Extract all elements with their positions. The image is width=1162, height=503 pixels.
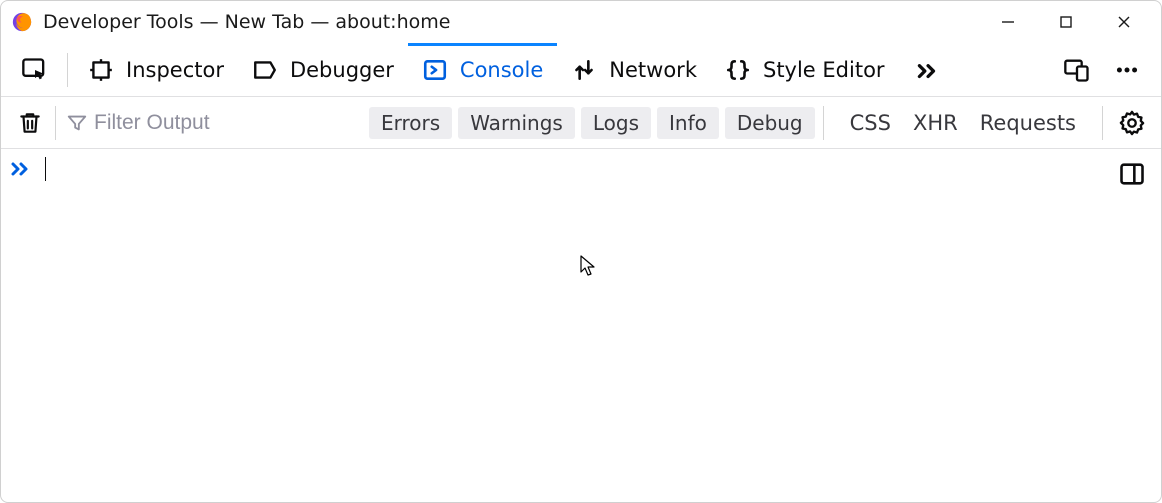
chip-debug[interactable]: Debug [725, 107, 815, 139]
debugger-icon [252, 57, 278, 83]
split-console-toggle-button[interactable] [1113, 155, 1151, 193]
clear-console-button[interactable] [9, 102, 51, 144]
tab-label: Inspector [126, 58, 224, 82]
tab-inspector[interactable]: Inspector [74, 44, 238, 96]
firefox-app-icon [11, 11, 33, 33]
chip-warnings[interactable]: Warnings [458, 107, 575, 139]
filter-divider [823, 106, 824, 140]
tab-label: Network [609, 58, 697, 82]
tab-label: Style Editor [763, 58, 885, 82]
filter-css-button[interactable]: CSS [850, 111, 891, 135]
devtools-toolbar: Inspector Debugger Console [1, 43, 1161, 97]
filter-xhr-button[interactable]: XHR [913, 111, 958, 135]
log-level-chips: Errors Warnings Logs Info Debug [369, 107, 815, 139]
tab-label: Debugger [290, 58, 394, 82]
filter-divider [1102, 106, 1103, 140]
window-minimize-button[interactable] [979, 2, 1037, 42]
console-filterbar: Errors Warnings Logs Info Debug CSS XHR … [1, 97, 1161, 149]
style-editor-icon [725, 57, 751, 83]
console-output-area[interactable] [1, 149, 1161, 502]
prompt-icon [9, 157, 33, 181]
console-settings-button[interactable] [1111, 102, 1153, 144]
filter-requests-button[interactable]: Requests [980, 111, 1076, 135]
toolbar-divider [67, 53, 68, 87]
tab-label: Console [460, 58, 543, 82]
tab-style-editor[interactable]: Style Editor [711, 44, 899, 96]
window-title: Developer Tools — New Tab — about:home [43, 11, 450, 33]
tab-console[interactable]: Console [408, 44, 557, 96]
console-input-row[interactable] [1, 149, 54, 189]
text-cursor [45, 157, 46, 181]
filter-divider [55, 106, 56, 140]
window-maximize-button[interactable] [1037, 2, 1095, 42]
responsive-design-button[interactable] [1055, 48, 1099, 92]
tab-debugger[interactable]: Debugger [238, 44, 408, 96]
filter-icon [66, 112, 88, 134]
filter-output-input[interactable] [94, 111, 361, 135]
network-icon [571, 57, 597, 83]
tabs-overflow-button[interactable] [905, 48, 949, 92]
chip-errors[interactable]: Errors [369, 107, 452, 139]
chip-info[interactable]: Info [657, 107, 719, 139]
chip-logs[interactable]: Logs [581, 107, 651, 139]
titlebar: Developer Tools — New Tab — about:home [1, 1, 1161, 43]
window-close-button[interactable] [1095, 2, 1153, 42]
kebab-menu-button[interactable] [1105, 48, 1149, 92]
pick-element-button[interactable] [13, 48, 57, 92]
inspector-icon [88, 57, 114, 83]
tab-network[interactable]: Network [557, 44, 711, 96]
console-icon [422, 57, 448, 83]
